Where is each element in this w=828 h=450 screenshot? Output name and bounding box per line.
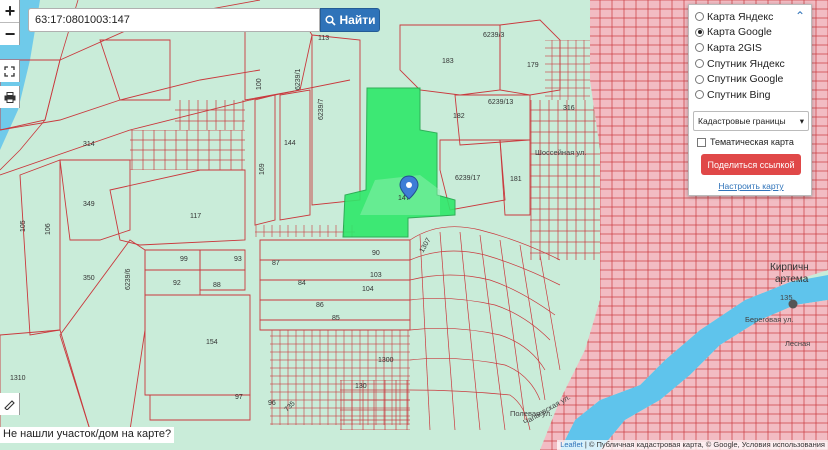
parcel-number: 117 [190,213,201,220]
layer-radio[interactable] [695,43,704,53]
layer-radio[interactable] [695,59,704,69]
layer-option-label: Спутник Яндекс [707,57,785,70]
parcel-number: 349 [83,201,95,208]
parcel-number: 88 [213,282,221,289]
parcel-number: 92 [173,280,181,287]
parcel-number: 97 [235,394,243,401]
parcel-number: 183 [442,58,454,65]
parcel-number: 90 [372,250,380,257]
layer-radio[interactable] [695,90,704,100]
parcel-number: 6239/3 [483,32,505,39]
parcel-number: 130 [355,383,367,390]
ruler-button[interactable] [0,393,20,415]
parcel-number: 85 [332,315,340,322]
zoom-control: + − [0,0,20,45]
parcel-number: 1300 [378,357,394,364]
parcel-number: 104 [362,286,374,293]
parcel-number: 100 [256,78,263,90]
parcel-number: 105 [20,220,27,232]
overlay-select-value: Кадастровые границы [698,116,786,126]
layer-option[interactable]: Спутник Яндекс [689,56,811,72]
layer-radio[interactable] [695,12,704,22]
parcel-number: 6239/6 [125,268,132,290]
layers-panel: Карта Яндекс Карта Google Карта 2GIS Спутни… [688,4,812,196]
share-link-button[interactable]: Поделиться ссылкой [701,154,801,175]
layer-option-label: Карта Яндекс [707,10,774,23]
layer-list: Карта Яндекс Карта Google Карта 2GIS Спутни… [689,5,811,103]
parcel-number: 96 [268,400,276,407]
place-label: артема [775,274,809,285]
parcel-number: 350 [83,275,95,282]
layer-option[interactable]: Карта Яндекс [689,9,811,25]
configure-map-link[interactable]: Настроить карту [689,181,813,191]
zoom-out-button[interactable]: − [0,23,20,45]
search-icon [324,14,336,26]
parcel-number: 106 [45,223,52,235]
parcel-number: 316 [563,105,575,112]
parcel-number: 181 [510,176,522,183]
parcel-number: 99 [180,256,188,263]
leaflet-link[interactable]: Leaflet [560,440,583,449]
parcel-number: 113 [318,35,329,42]
search-button[interactable]: Найти [320,8,380,32]
layer-option[interactable]: Спутник Google [689,71,811,87]
layer-option[interactable]: Карта 2GIS [689,40,811,56]
place-label: Кирпичн [770,262,809,273]
street-label: Береговая ул. [745,315,793,324]
search-button-label: Найти [339,13,376,27]
thematic-map-checkbox[interactable] [697,137,706,147]
parcel-number: 182 [453,113,465,120]
parcel-number: 6239/7 [318,98,325,120]
layer-option-label: Спутник Bing [707,88,771,101]
layer-radio[interactable] [695,74,704,84]
map-attribution: Leaflet | © Публичная кадастровая карта,… [557,440,828,450]
fullscreen-button[interactable] [0,60,20,82]
parcel-number: 84 [298,280,306,287]
parcel-number: 179 [527,62,539,69]
zoom-in-button[interactable]: + [0,0,20,22]
thematic-map-toggle[interactable]: Тематическая карта [697,137,794,147]
parcel-number: 6239/1 [295,68,302,90]
attribution-text: | © Публичная кадастровая карта, © Googl… [584,440,825,449]
printer-icon [4,91,15,103]
thematic-map-label: Тематическая карта [710,137,794,147]
layer-radio[interactable] [695,27,704,37]
parcel-number: 154 [206,339,218,346]
print-button[interactable] [0,86,20,108]
parcel-number: 86 [316,302,324,309]
layer-option[interactable]: Карта Google [689,25,811,41]
parcel-number: 103 [370,272,382,279]
layer-option-label: Карта 2GIS [707,41,762,54]
parcel-number: 144 [284,140,296,147]
fullscreen-icon [4,65,15,77]
parcel-number: 6239/13 [488,99,513,106]
street-label: Лесная [785,339,810,348]
layer-option-label: Карта Google [707,26,772,39]
collapse-panel-icon[interactable]: ⌃ [795,9,805,23]
parcel-number: 314 [83,141,95,148]
info-marker-icon[interactable] [788,299,798,309]
layer-option-label: Спутник Google [707,73,784,86]
parcel-number: 169 [259,163,266,175]
layer-option[interactable]: Спутник Bing [689,87,811,103]
overlay-select[interactable]: Кадастровые границы ▾ [693,111,809,131]
ruler-icon [4,399,15,410]
parcel-number: 1310 [10,375,26,382]
search-bar: Найти [28,8,380,32]
parcel-number: 87 [272,260,280,267]
chevron-down-icon: ▾ [799,115,804,126]
not-found-link[interactable]: Не нашли участок/дом на карте? [0,427,175,443]
cadastral-search-input[interactable] [28,8,320,32]
street-label: Шоссейная ул. [535,148,586,157]
parcel-number: 93 [234,256,242,263]
parcel-number: 6239/17 [455,175,480,182]
